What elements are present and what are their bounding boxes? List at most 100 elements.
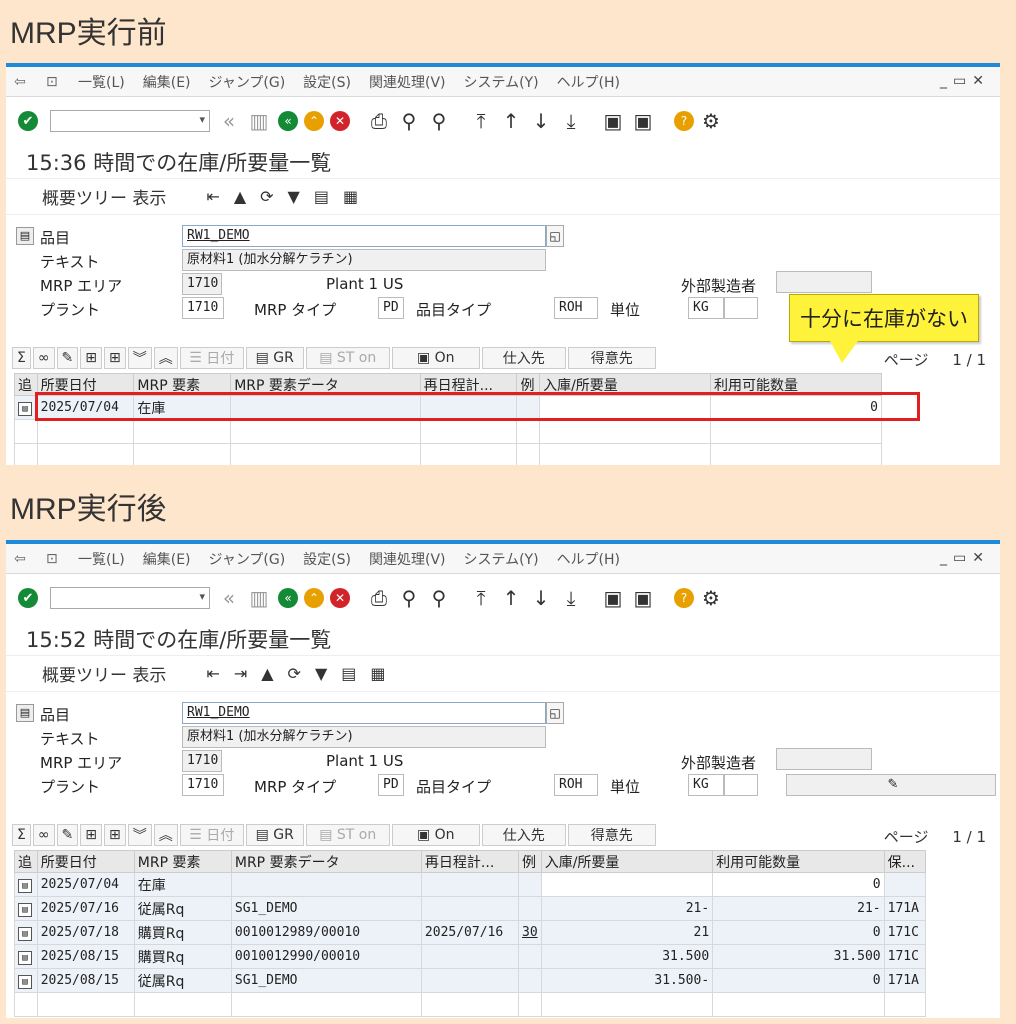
col-header[interactable]: 追 [14, 850, 38, 873]
menu-system[interactable]: システム(Y) [464, 549, 539, 569]
table-row[interactable]: ▤ 2025/08/15 購買Rq 0010012990/00010 31.50… [14, 944, 927, 969]
table-row[interactable]: ▤ 2025/07/18 購買Rq 0010012989/00010 2025/… [14, 920, 927, 945]
find-icon[interactable]: ⚲ [398, 586, 420, 610]
tree-icon[interactable]: ▤ [16, 704, 34, 722]
material-input[interactable]: RW1_DEMO [182, 702, 546, 724]
dropdown-icon[interactable]: ▾ [199, 113, 205, 126]
row-detail-icon[interactable]: ▤ [14, 968, 38, 993]
menu-settings[interactable]: 設定(S) [303, 72, 351, 92]
layout2-icon[interactable]: ⊞ [104, 824, 126, 846]
dropdown-icon[interactable]: ▾ [199, 590, 205, 603]
help-icon[interactable]: ? [674, 111, 694, 131]
chart-icon[interactable]: ▲ [234, 187, 246, 206]
filter-icon[interactable]: ▼ [315, 664, 327, 683]
row-detail-icon[interactable]: ▤ [14, 944, 38, 969]
back-arrow-icon[interactable]: ⇤ [206, 187, 219, 206]
first-page-icon[interactable]: ⤒ [470, 586, 492, 610]
st-on-button[interactable]: ▤ ST on [305, 347, 390, 369]
enter-icon[interactable]: ✔ [18, 111, 38, 131]
find-next-icon[interactable]: ⚲ [428, 586, 450, 610]
exit-menu-icon[interactable]: ⇦ [14, 74, 30, 90]
search-help-icon[interactable]: ◱ [546, 225, 564, 247]
detail-icon[interactable]: ▤ [314, 187, 329, 206]
glasses-icon[interactable]: ∞ [32, 347, 55, 369]
window-controls[interactable]: _▭✕ [940, 73, 990, 89]
row-detail-icon[interactable]: ▤ [14, 896, 38, 921]
command-field[interactable]: ▾ [50, 110, 210, 132]
menu-system[interactable]: システム(Y) [464, 72, 539, 92]
col-header[interactable]: 例 [518, 850, 542, 873]
next-page-icon[interactable]: ↓ [530, 109, 552, 133]
menu-environment[interactable]: 関連処理(V) [369, 549, 446, 569]
prev-page-icon[interactable]: ↑ [500, 109, 522, 133]
find-next-icon[interactable]: ⚲ [428, 109, 450, 133]
glasses-icon[interactable]: ∞ [32, 824, 55, 846]
window-controls[interactable]: _▭✕ [940, 550, 990, 566]
customer-button[interactable]: 得意先 [567, 347, 656, 369]
customer-button[interactable]: 得意先 [567, 824, 656, 846]
enter-icon[interactable]: ✔ [18, 588, 38, 608]
vendor-button[interactable]: 仕入先 [481, 824, 566, 846]
gr-button[interactable]: ▤ GR [245, 347, 304, 369]
cell-ex-link[interactable]: 30 [518, 920, 542, 945]
col-header[interactable]: 所要日付 [36, 850, 135, 873]
collapse-icon[interactable]: ︽ [153, 347, 178, 369]
filter-icon[interactable]: ▼ [288, 187, 300, 206]
overview-tree-toggle[interactable]: 概要ツリー 表示 [42, 661, 166, 686]
col-header[interactable]: 入庫/所要量 [540, 850, 714, 873]
cancel-icon[interactable]: ✕ [330, 588, 350, 608]
settings-icon[interactable]: ▦ [370, 664, 385, 683]
gear-icon[interactable]: ⚙ [700, 109, 722, 133]
save-icon[interactable]: ▥ [248, 109, 270, 133]
search-help-icon[interactable]: ◱ [546, 702, 564, 724]
pencil-icon[interactable]: ✎ [56, 824, 79, 846]
exit-icon[interactable]: ⌃ [304, 111, 324, 131]
overview-tree-toggle[interactable]: 概要ツリー 表示 [42, 184, 166, 209]
st-on-button[interactable]: ▤ ST on [305, 824, 390, 846]
back-arrow-icon[interactable]: ⇤ [206, 664, 219, 683]
collapse-toolbar-icon[interactable]: « [218, 109, 240, 133]
date-button[interactable]: ☰ 日付 [179, 824, 244, 846]
print-icon[interactable]: ⎙ [368, 109, 390, 133]
col-header[interactable]: 利用可能数量 [712, 850, 885, 873]
settings-icon[interactable]: ▦ [343, 187, 358, 206]
layout-icon[interactable]: ⊞ [80, 347, 102, 369]
print-icon[interactable]: ⎙ [368, 586, 390, 610]
help-icon[interactable]: ? [674, 588, 694, 608]
tree-icon[interactable]: ▤ [16, 227, 34, 245]
prev-page-icon[interactable]: ↑ [500, 586, 522, 610]
menu-list[interactable]: 一覧(L) [78, 549, 125, 569]
collapse-toolbar-icon[interactable]: « [218, 586, 240, 610]
detail-icon[interactable]: ▤ [341, 664, 356, 683]
menu-help[interactable]: ヘルプ(H) [557, 72, 620, 92]
col-header[interactable]: MRP 要素データ [230, 850, 422, 873]
shortcut-icon[interactable]: ▣ [632, 109, 654, 133]
table-row[interactable]: ▤ 2025/07/16 従属Rq SG1_DEMO 21- 21- 171A [14, 896, 927, 921]
material-input[interactable]: RW1_DEMO [182, 225, 546, 247]
find-icon[interactable]: ⚲ [398, 109, 420, 133]
cancel-icon[interactable]: ✕ [330, 111, 350, 131]
last-page-icon[interactable]: ⤓ [560, 586, 582, 610]
menu-list[interactable]: 一覧(L) [78, 72, 125, 92]
menu-edit[interactable]: 編集(E) [143, 549, 191, 569]
refresh-icon[interactable]: ⟳ [288, 664, 301, 683]
expand-icon[interactable]: ︾ [127, 824, 152, 846]
layout-icon[interactable]: ⊞ [80, 824, 102, 846]
menu-goto[interactable]: ジャンプ(G) [209, 72, 286, 92]
exit-icon[interactable]: ⌃ [304, 588, 324, 608]
forward-arrow-icon[interactable]: ⇥ [234, 664, 247, 683]
date-button[interactable]: ☰ 日付 [179, 347, 244, 369]
gr-button[interactable]: ▤ GR [245, 824, 304, 846]
next-page-icon[interactable]: ↓ [530, 586, 552, 610]
col-header[interactable]: 追 [14, 373, 38, 396]
sum-button[interactable]: Σ [12, 824, 31, 846]
layout2-icon[interactable]: ⊞ [104, 347, 126, 369]
sum-button[interactable]: Σ [12, 347, 31, 369]
vendor-button[interactable]: 仕入先 [481, 347, 566, 369]
col-header[interactable]: 保... [883, 850, 927, 873]
menu-settings[interactable]: 設定(S) [303, 549, 351, 569]
exit-menu-icon[interactable]: ⇦ [14, 551, 30, 567]
row-detail-icon[interactable]: ▤ [14, 920, 38, 945]
command-field[interactable]: ▾ [50, 587, 210, 609]
menu-edit[interactable]: 編集(E) [143, 72, 191, 92]
